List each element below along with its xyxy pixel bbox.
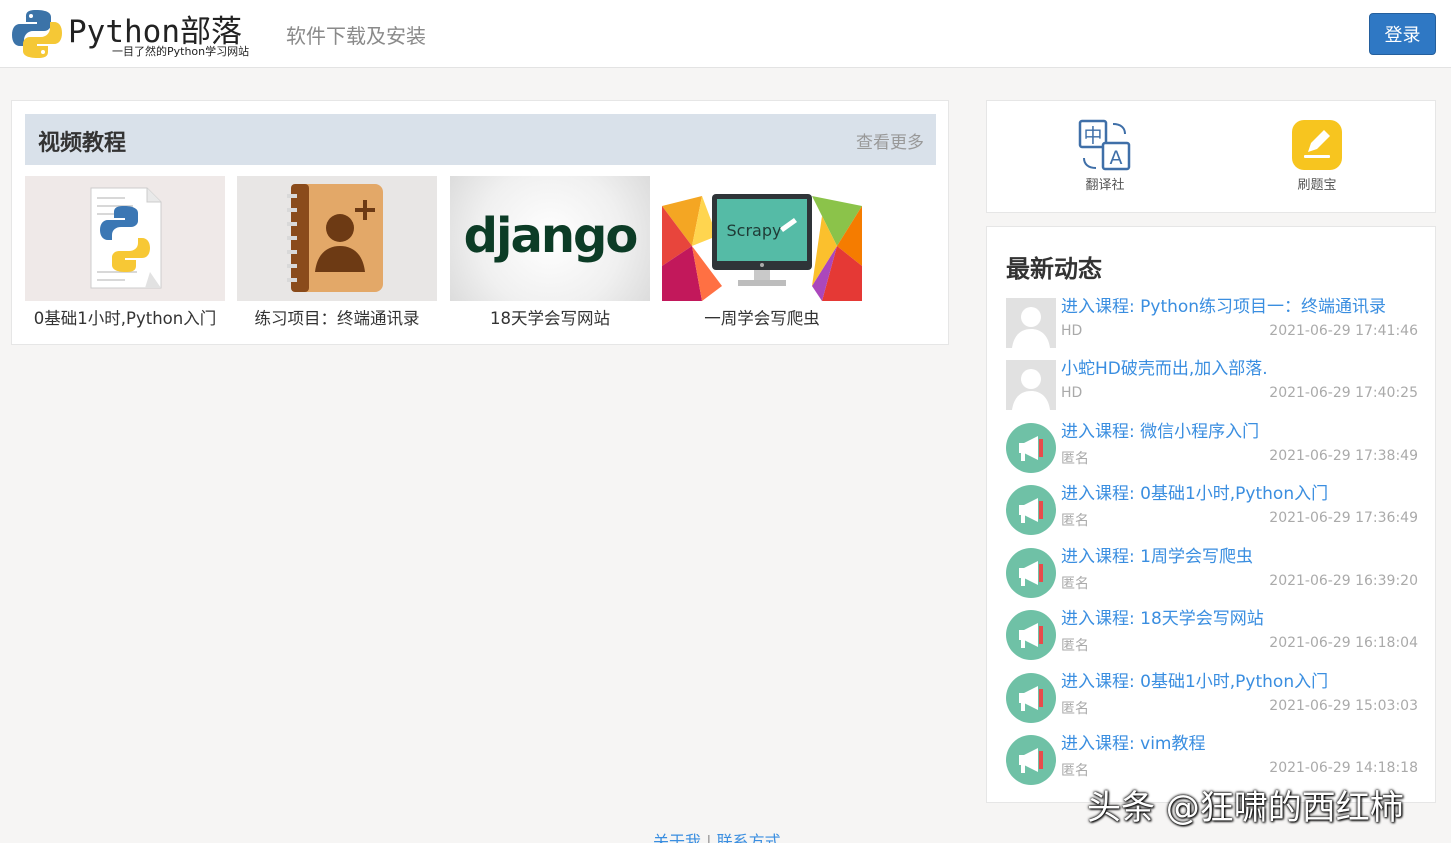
course-card-address-book[interactable]: 练习项目：终端通讯录 [237, 176, 437, 336]
latest-activity-panel: 最新动态 进入课程: Python练习项目一：终端通讯录 HD 2021-06-… [986, 226, 1436, 803]
feed-item-link[interactable]: 进入课程: 0基础1小时,Python入门 [1061, 479, 1328, 504]
site-logo[interactable]: Python部落 一目了然的Python学习网站 [12, 6, 262, 62]
translate-icon: 中 A [1078, 119, 1131, 171]
feed-item: 进入课程: 18天学会写网站 匿名 2021-06-29 16:18:04 [1006, 604, 1418, 660]
feed-item-user: HD [1061, 385, 1083, 401]
address-book-icon [287, 184, 383, 292]
course-card-python-intro[interactable]: 0基础1小时,Python入门 [25, 176, 225, 336]
python-logo-icon [12, 10, 62, 58]
svg-text:中: 中 [1083, 125, 1102, 147]
view-more-link[interactable]: 查看更多 [856, 128, 924, 153]
feed-item-time: 2021-06-29 16:18:04 [1269, 635, 1418, 651]
feed-item-time: 2021-06-29 17:40:25 [1269, 385, 1418, 401]
feed-item-user: 匿名 [1061, 451, 1089, 467]
course-label: 18天学会写网站 [490, 309, 610, 328]
feed-item: 进入课程: 1周学会写爬虫 匿名 2021-06-29 16:39:20 [1006, 542, 1418, 598]
course-label: 0基础1小时,Python入门 [33, 309, 217, 328]
feed-item: 进入课程: 微信小程序入门 匿名 2021-06-29 17:38:49 [1006, 417, 1418, 473]
feed-item-link[interactable]: 进入课程: Python练习项目一：终端通讯录 [1061, 292, 1386, 317]
feed-item-link[interactable]: 进入课程: 1周学会写爬虫 [1061, 542, 1253, 567]
feed-item-link[interactable]: 进入课程: 微信小程序入门 [1061, 417, 1259, 442]
user-avatar [1006, 298, 1056, 348]
about-link[interactable]: 关于我 [653, 832, 701, 843]
footer-separator: | [706, 832, 712, 843]
tool-label: 翻译社 [1085, 178, 1125, 193]
feed-item-time: 2021-06-29 17:41:46 [1269, 323, 1418, 339]
course-card-django[interactable]: django 18天学会写网站 [450, 176, 650, 336]
tool-quiz[interactable]: 刷题宝 [1267, 119, 1367, 199]
video-tutorials-panel: 视频教程 查看更多 0基础1小时,Python入门 练习项目：终端通讯录 dja… [11, 100, 949, 345]
svg-text:django: django [464, 208, 637, 264]
contact-link[interactable]: 联系方式 [717, 832, 781, 843]
feed-item-user: 匿名 [1061, 513, 1089, 529]
megaphone-icon [1006, 485, 1056, 535]
feed-item: 进入课程: 0基础1小时,Python入门 匿名 2021-06-29 15:0… [1006, 667, 1418, 723]
megaphone-icon [1006, 610, 1056, 660]
course-card-scrapy[interactable]: Scrapy 一周学会写爬虫 [662, 176, 862, 336]
login-button[interactable]: 登录 [1369, 13, 1436, 55]
feed-item-user: HD [1061, 323, 1083, 339]
feed-item-user: 匿名 [1061, 763, 1089, 779]
megaphone-icon [1006, 423, 1056, 473]
video-panel-header: 视频教程 查看更多 [25, 114, 936, 165]
logo-tagline: 一目了然的Python学习网站 [112, 45, 250, 58]
course-thumbnail [25, 176, 225, 301]
scrapy-monitor-icon: Scrapy [662, 194, 862, 301]
feed-item-link[interactable]: 进入课程: 0基础1小时,Python入门 [1061, 667, 1328, 692]
django-logo: django [464, 208, 639, 264]
megaphone-icon [1006, 548, 1056, 598]
course-thumbnail: django [450, 176, 650, 301]
feed-item-link[interactable]: 进入课程: vim教程 [1061, 729, 1205, 754]
feed-item-link[interactable]: 进入课程: 18天学会写网站 [1061, 604, 1264, 629]
course-label: 一周学会写爬虫 [704, 309, 820, 328]
feed-item: 小蛇HD破壳而出,加入部落. HD 2021-06-29 17:40:25 [1006, 354, 1418, 410]
feed-title: 最新动态 [1006, 255, 1102, 283]
feed-item-user: 匿名 [1061, 701, 1089, 717]
tool-translate[interactable]: 中 A 翻译社 [1055, 119, 1155, 199]
course-thumbnail [237, 176, 437, 301]
course-label: 练习项目：终端通讯录 [254, 309, 420, 328]
feed-item-time: 2021-06-29 16:39:20 [1269, 573, 1418, 589]
feed-item-time: 2021-06-29 14:18:18 [1269, 760, 1418, 776]
feed-item: 进入课程: vim教程 匿名 2021-06-29 14:18:18 [1006, 729, 1418, 785]
megaphone-icon [1006, 735, 1056, 785]
course-thumbnail: Scrapy [662, 176, 862, 301]
python-file-icon [90, 187, 162, 289]
tools-panel: 中 A 翻译社 刷题宝 [986, 100, 1436, 213]
user-avatar [1006, 360, 1056, 410]
footer-links: 关于我 | 联系方式 [653, 828, 781, 843]
feed-item-user: 匿名 [1061, 576, 1089, 592]
software-download-link[interactable]: 软件下载及安装 [286, 20, 426, 49]
feed-item-time: 2021-06-29 15:03:03 [1269, 698, 1418, 714]
tool-label: 刷题宝 [1297, 178, 1337, 193]
video-panel-title: 视频教程 [38, 131, 127, 156]
svg-text:A: A [1110, 147, 1123, 169]
pencil-icon [1292, 120, 1342, 170]
feed-item-time: 2021-06-29 17:36:49 [1269, 510, 1418, 526]
feed-item: 进入课程: Python练习项目一：终端通讯录 HD 2021-06-29 17… [1006, 292, 1418, 348]
feed-item: 进入课程: 0基础1小时,Python入门 匿名 2021-06-29 17:3… [1006, 479, 1418, 535]
svg-text:Scrapy: Scrapy [727, 221, 782, 240]
feed-item-time: 2021-06-29 17:38:49 [1269, 448, 1418, 464]
feed-item-link[interactable]: 小蛇HD破壳而出,加入部落. [1061, 354, 1268, 379]
megaphone-icon [1006, 673, 1056, 723]
header-bar: Python部落 一目了然的Python学习网站 软件下载及安装 登录 [0, 0, 1451, 68]
watermark: 头条 @狂啸的西红柿 [1087, 788, 1404, 828]
feed-item-user: 匿名 [1061, 638, 1089, 654]
